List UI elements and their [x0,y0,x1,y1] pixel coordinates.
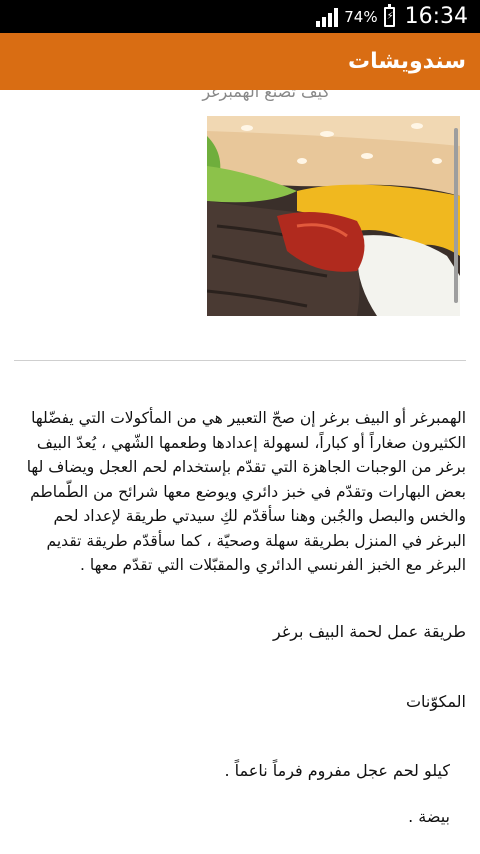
scrollbar-thumb[interactable] [454,128,458,303]
app-bar: سندويشات [0,33,480,90]
status-bar: 74% ⚡ 16:34 [0,0,480,33]
burger-image-icon [207,116,460,316]
battery-charging-icon: ⚡ [383,3,395,27]
status-icons: 74% ⚡ 16:34 [316,0,468,33]
burger-photo [207,116,460,316]
article-content[interactable]: كيف تصنع الهمبرغر الهمبرغر أو البيف برغر… [0,90,480,854]
ingredient-item: بيضة . [408,807,450,826]
app-title: سندويشات [347,49,466,74]
cut-off-heading: كيف تصنع الهمبرغر [202,90,330,101]
ingredients-title: المكوّنات [405,692,466,711]
method-title: طريقة عمل لحمة البيف برغر [273,622,466,641]
divider [14,360,466,361]
ingredient-item: كيلو لحم عجل مفروم فرماً ناعماً . [224,761,451,780]
battery-percent: 74% [344,7,378,26]
clock: 16:34 [404,4,468,29]
signal-icon [316,7,339,27]
intro-paragraph: الهمبرغر أو البيف برغر إن صحّ التعبير هي… [26,409,466,574]
